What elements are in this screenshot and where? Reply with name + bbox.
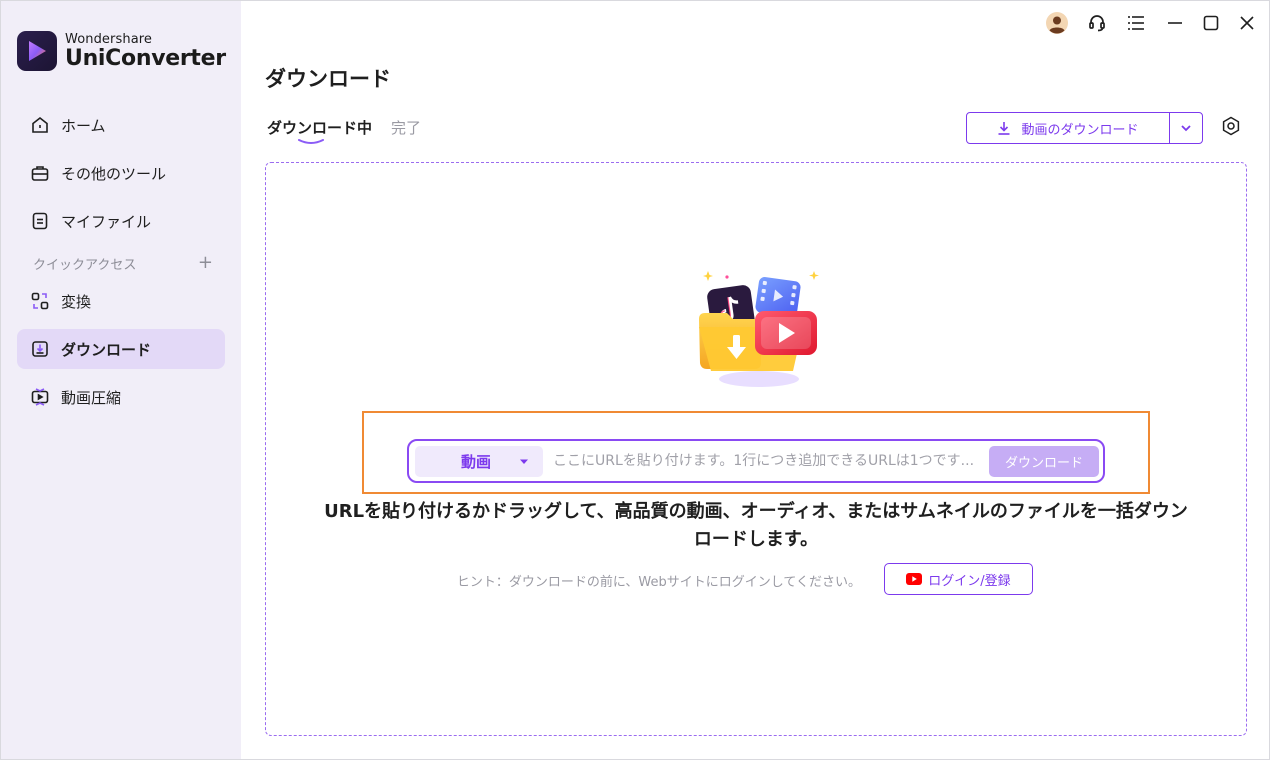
close-button[interactable] bbox=[1233, 11, 1261, 39]
brand: Wondershare UniConverter bbox=[17, 31, 226, 71]
sidebar-item-label: 動画圧縮 bbox=[61, 388, 122, 407]
quick-access-label: クイックアクセス bbox=[33, 257, 137, 273]
chevron-down-icon bbox=[1181, 125, 1191, 132]
app-window: Wondershare UniConverter ホーム その他のツール マイフ… bbox=[0, 0, 1270, 760]
tab-completed[interactable]: 完了 bbox=[391, 117, 421, 138]
sidebar-item-my-files[interactable]: マイファイル bbox=[17, 201, 225, 241]
sidebar-item-label: その他のツール bbox=[61, 164, 167, 183]
sidebar-item-home[interactable]: ホーム bbox=[17, 105, 225, 145]
youtube-icon bbox=[906, 573, 923, 585]
uniconverter-logo-icon bbox=[17, 31, 57, 71]
toolbox-icon bbox=[29, 162, 51, 184]
sidebar-item-download[interactable]: ダウンロード bbox=[17, 329, 225, 369]
media-type-label: 動画 bbox=[461, 453, 492, 471]
maximize-icon bbox=[1202, 14, 1220, 36]
add-quick-access-button[interactable]: + bbox=[198, 254, 213, 272]
brand-product: UniConverter bbox=[65, 45, 226, 71]
quick-access-header: クイックアクセス + bbox=[33, 253, 213, 273]
settings-button[interactable] bbox=[1217, 114, 1245, 142]
menu-icon bbox=[1126, 13, 1146, 37]
minimize-button[interactable] bbox=[1161, 11, 1189, 39]
url-input[interactable] bbox=[553, 447, 985, 475]
file-icon bbox=[29, 210, 51, 232]
sidebar-item-convert[interactable]: 変換 bbox=[17, 281, 225, 321]
download-icon bbox=[29, 338, 51, 360]
minimize-icon bbox=[1166, 14, 1184, 36]
tab-downloading[interactable]: ダウンロード中 bbox=[267, 117, 372, 138]
sidebar-item-compress[interactable]: 動画圧縮 bbox=[17, 377, 225, 417]
avatar-icon bbox=[1045, 11, 1069, 39]
tab-active-indicator bbox=[298, 139, 324, 144]
page-title: ダウンロード bbox=[265, 67, 391, 91]
download-video-button[interactable]: 動画のダウンロード bbox=[967, 113, 1170, 143]
download-video-label: 動画のダウンロード bbox=[1021, 122, 1139, 138]
headset-icon bbox=[1087, 13, 1107, 37]
url-input-bar: 動画 ダウンロード bbox=[407, 439, 1105, 483]
instruction-text: URLを貼り付けるかドラッグして、高品質の動画、オーディオ、またはサムネイルのフ… bbox=[324, 501, 1188, 550]
maximize-button[interactable] bbox=[1197, 11, 1225, 39]
sidebar-item-other-tools[interactable]: その他のツール bbox=[17, 153, 225, 193]
media-type-dropdown[interactable]: 動画 bbox=[415, 446, 543, 477]
download-options-dropdown[interactable] bbox=[1170, 113, 1202, 143]
caret-down-icon bbox=[520, 459, 528, 464]
download-arrow-icon bbox=[998, 122, 1010, 135]
login-register-label: ログイン/登録 bbox=[928, 573, 1011, 589]
menu-button[interactable] bbox=[1122, 11, 1150, 39]
download-illustration-icon bbox=[699, 271, 819, 387]
close-icon bbox=[1238, 14, 1256, 36]
sidebar-item-label: マイファイル bbox=[61, 212, 152, 231]
support-button[interactable] bbox=[1083, 11, 1111, 39]
brand-company: Wondershare bbox=[65, 31, 153, 47]
convert-icon bbox=[29, 290, 51, 312]
account-button[interactable] bbox=[1043, 11, 1071, 39]
sidebar-item-label: ホーム bbox=[61, 116, 106, 135]
home-icon bbox=[29, 114, 51, 136]
login-register-button[interactable]: ログイン/登録 bbox=[884, 563, 1033, 595]
download-video-split-button: 動画のダウンロード bbox=[966, 112, 1203, 144]
sidebar-item-label: ダウンロード bbox=[61, 340, 152, 359]
url-download-button[interactable]: ダウンロード bbox=[989, 446, 1099, 477]
sidebar: Wondershare UniConverter ホーム その他のツール マイフ… bbox=[1, 1, 241, 759]
compress-icon bbox=[29, 386, 51, 408]
sidebar-item-label: 変換 bbox=[61, 292, 92, 311]
gear-icon bbox=[1221, 116, 1241, 140]
hint-text: ヒント：ダウンロードの前に、Webサイトにログインしてください。 bbox=[456, 575, 861, 590]
